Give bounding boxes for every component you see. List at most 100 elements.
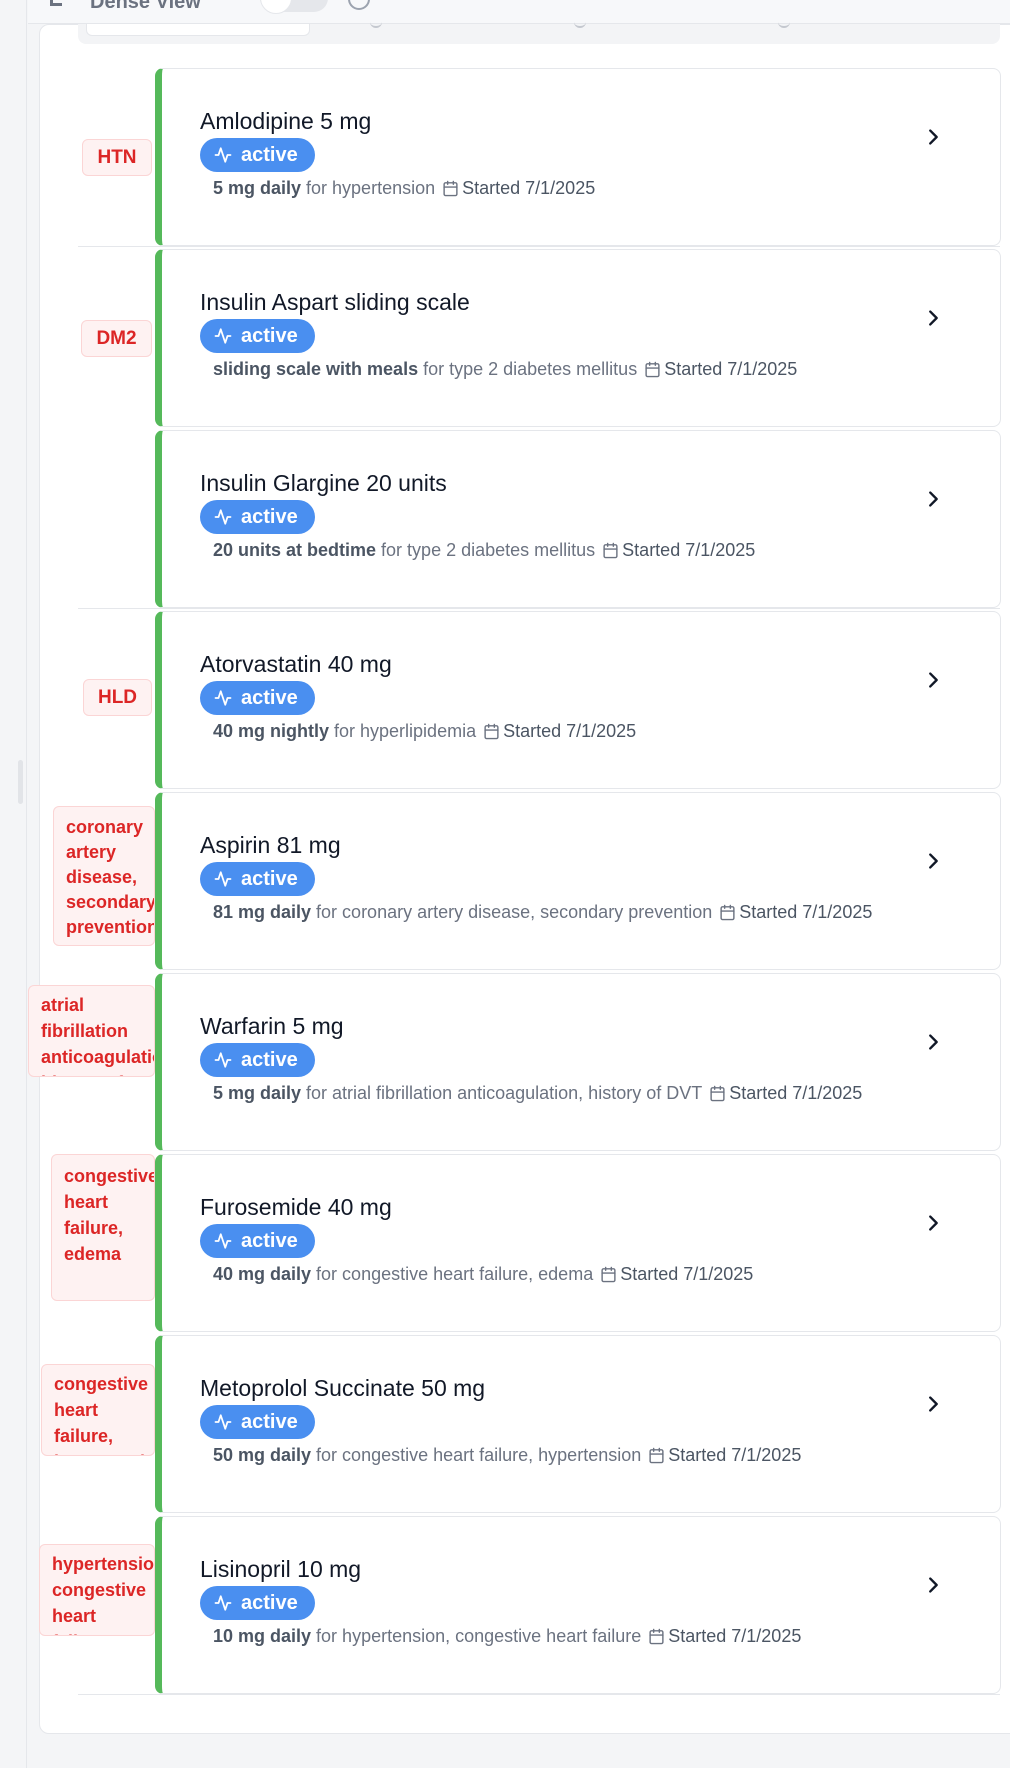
start-date: Started 7/1/2025 bbox=[622, 540, 756, 560]
diagnosis-tag[interactable]: atrial fibrillation anticoagulation, his… bbox=[28, 985, 155, 1077]
dose-text: 50 mg daily bbox=[213, 1445, 312, 1465]
medication-name: Insulin Glargine 20 units bbox=[200, 470, 447, 496]
indication-text: for type 2 diabetes mellitus bbox=[381, 540, 596, 560]
status-badge: active bbox=[200, 1586, 315, 1620]
chevron-right-icon[interactable] bbox=[920, 1029, 946, 1055]
status-badge: active bbox=[200, 862, 315, 896]
activity-icon bbox=[214, 1595, 232, 1611]
diagnosis-tag[interactable]: coronary artery disease, secondary preve… bbox=[53, 806, 155, 946]
medication-name: Atorvastatin 40 mg bbox=[200, 651, 392, 677]
diagnosis-tag[interactable]: HLD bbox=[83, 679, 152, 716]
start-date: Started 7/1/2025 bbox=[620, 1264, 754, 1284]
status-label: active bbox=[241, 1048, 298, 1071]
medication-card[interactable]: Insulin Aspart sliding scale active slid… bbox=[155, 249, 1001, 427]
diagnosis-tag[interactable]: hypertension, congestive heart failure bbox=[39, 1544, 155, 1636]
chevron-right-icon[interactable] bbox=[920, 124, 946, 150]
status-badge: active bbox=[200, 1043, 315, 1077]
chevron-right-icon[interactable] bbox=[920, 848, 946, 874]
status-label: active bbox=[241, 1591, 298, 1614]
activity-icon bbox=[214, 147, 232, 163]
start-date: Started 7/1/2025 bbox=[503, 721, 637, 741]
calendar-icon bbox=[719, 904, 736, 921]
diagnosis-tag[interactable]: DM2 bbox=[81, 320, 152, 357]
medication-name: Warfarin 5 mg bbox=[200, 1013, 344, 1039]
medication-row: coronary artery disease, secondary preve… bbox=[0, 792, 1010, 973]
status-label: active bbox=[241, 505, 298, 528]
calendar-icon bbox=[602, 542, 619, 559]
medication-row: atrial fibrillation anticoagulation, his… bbox=[0, 973, 1010, 1154]
status-badge: active bbox=[200, 138, 315, 172]
dense-view-label: Dense View bbox=[90, 0, 201, 13]
medication-card[interactable]: Metoprolol Succinate 50 mg active 50 mg … bbox=[155, 1335, 1001, 1513]
medication-details: 5 mg daily for atrial fibrillation antic… bbox=[213, 1083, 862, 1104]
medication-card[interactable]: Insulin Glargine 20 units active 20 unit… bbox=[155, 430, 1001, 608]
dose-text: sliding scale with meals bbox=[213, 359, 419, 379]
indication-text: for congestive heart failure, hypertensi… bbox=[316, 1445, 642, 1465]
medication-card[interactable]: Furosemide 40 mg active 40 mg daily for … bbox=[155, 1154, 1001, 1332]
medication-details: 81 mg daily for coronary artery disease,… bbox=[213, 902, 872, 923]
medication-row: DM2 Insulin Aspart sliding scale active … bbox=[0, 249, 1010, 430]
medication-list: HTN Amlodipine 5 mg active 5 mg daily fo… bbox=[0, 68, 1010, 1697]
activity-icon bbox=[214, 1233, 232, 1249]
start-date: Started 7/1/2025 bbox=[668, 1445, 802, 1465]
status-badge: active bbox=[200, 1224, 315, 1258]
bottom-strip bbox=[28, 1746, 1010, 1768]
medication-card[interactable]: Aspirin 81 mg active 81 mg daily for cor… bbox=[155, 792, 1001, 970]
status-label: active bbox=[241, 686, 298, 709]
medication-row: HTN Amlodipine 5 mg active 5 mg daily fo… bbox=[0, 68, 1010, 249]
status-label: active bbox=[241, 1410, 298, 1433]
chevron-right-icon[interactable] bbox=[920, 667, 946, 693]
medication-card[interactable]: Warfarin 5 mg active 5 mg daily for atri… bbox=[155, 973, 1001, 1151]
tab-selected[interactable] bbox=[86, 24, 310, 36]
activity-icon bbox=[214, 690, 232, 706]
medication-details: 40 mg nightly for hyperlipidemia Started… bbox=[213, 721, 636, 742]
dose-text: 40 mg daily bbox=[213, 1264, 312, 1284]
calendar-icon bbox=[483, 723, 500, 740]
medication-row: HLD Atorvastatin 40 mg active 40 mg nigh… bbox=[0, 611, 1010, 792]
status-badge: active bbox=[200, 1405, 315, 1439]
calendar-icon bbox=[648, 1447, 665, 1464]
app-root: Dense View HTN Amlodipine 5 mg active 5 … bbox=[0, 0, 1010, 1768]
chevron-right-icon[interactable] bbox=[920, 305, 946, 331]
chevron-right-icon[interactable] bbox=[920, 1572, 946, 1598]
medication-details: 10 mg daily for hypertension, congestive… bbox=[213, 1626, 801, 1647]
medication-row: congestive heart failure, hypertension M… bbox=[0, 1335, 1010, 1516]
calendar-icon bbox=[442, 180, 459, 197]
medication-details: 20 units at bedtime for type 2 diabetes … bbox=[213, 540, 755, 561]
chevron-right-icon[interactable] bbox=[920, 486, 946, 512]
dose-text: 5 mg daily bbox=[213, 1083, 302, 1103]
medication-card[interactable]: Lisinopril 10 mg active 10 mg daily for … bbox=[155, 1516, 1001, 1694]
status-label: active bbox=[241, 867, 298, 890]
status-badge: active bbox=[200, 319, 315, 353]
medication-card[interactable]: Atorvastatin 40 mg active 40 mg nightly … bbox=[155, 611, 1001, 789]
start-date: Started 7/1/2025 bbox=[664, 359, 798, 379]
layout-icon bbox=[50, 0, 62, 6]
diagnosis-tag[interactable]: HTN bbox=[82, 139, 152, 176]
activity-icon bbox=[214, 328, 232, 344]
dose-text: 81 mg daily bbox=[213, 902, 312, 922]
medication-name: Lisinopril 10 mg bbox=[200, 1556, 362, 1582]
medication-details: sliding scale with meals for type 2 diab… bbox=[213, 359, 797, 380]
medication-name: Amlodipine 5 mg bbox=[200, 108, 372, 134]
dose-text: 20 units at bedtime bbox=[213, 540, 377, 560]
diagnosis-tag[interactable]: congestive heart failure, edema bbox=[51, 1154, 155, 1301]
chevron-right-icon[interactable] bbox=[920, 1210, 946, 1236]
indication-text: for hypertension bbox=[306, 178, 436, 198]
indication-text: for hyperlipidemia bbox=[334, 721, 477, 741]
indication-text: for congestive heart failure, edema bbox=[316, 1264, 594, 1284]
chevron-right-icon[interactable] bbox=[920, 1391, 946, 1417]
medication-name: Furosemide 40 mg bbox=[200, 1194, 392, 1220]
indication-text: for coronary artery disease, secondary p… bbox=[316, 902, 713, 922]
help-icon[interactable] bbox=[348, 0, 370, 10]
medication-card[interactable]: Amlodipine 5 mg active 5 mg daily for hy… bbox=[155, 68, 1001, 246]
row-divider bbox=[78, 1694, 1000, 1695]
indication-text: for hypertension, congestive heart failu… bbox=[316, 1626, 642, 1646]
activity-icon bbox=[214, 1414, 232, 1430]
medication-name: Insulin Aspart sliding scale bbox=[200, 289, 470, 315]
medication-row: hypertension, congestive heart failure L… bbox=[0, 1516, 1010, 1697]
status-badge: active bbox=[200, 681, 315, 715]
start-date: Started 7/1/2025 bbox=[668, 1626, 802, 1646]
status-label: active bbox=[241, 1229, 298, 1252]
diagnosis-tag[interactable]: congestive heart failure, hypertension bbox=[41, 1364, 155, 1456]
medication-details: 5 mg daily for hypertension Started 7/1/… bbox=[213, 178, 595, 199]
